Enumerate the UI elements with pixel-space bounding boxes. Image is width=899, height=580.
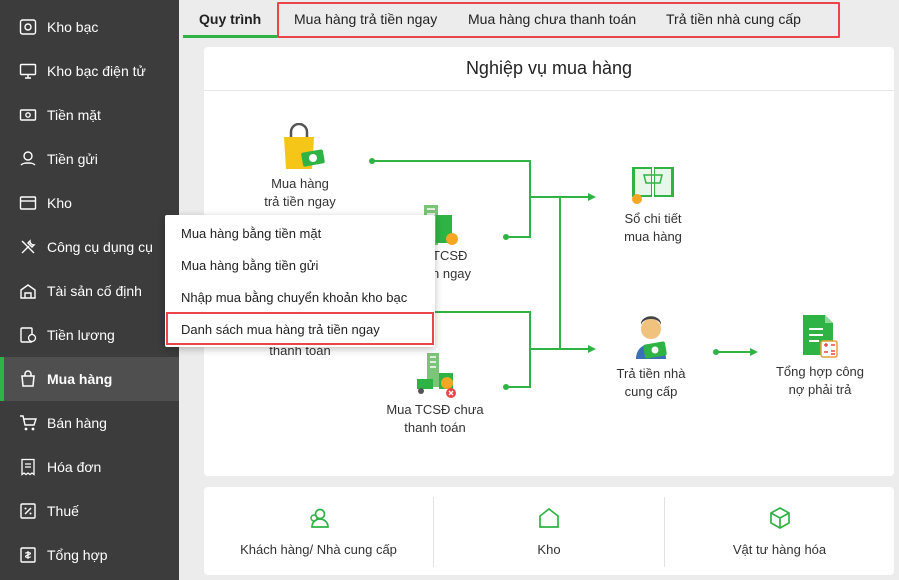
shortcut-label: Vật tư hàng hóa <box>732 541 827 557</box>
tabs-highlight-box <box>277 2 840 38</box>
node-label: Mua TCSĐ chưa <box>386 402 484 417</box>
sidebar-item-label: Kho bạc điện tử <box>47 63 146 79</box>
sidebar: Kho bạc Kho bạc điện tử Tiền mặt Tiền gử… <box>0 0 179 580</box>
sidebar-item-label: Tiền mặt <box>47 107 101 123</box>
node-label: thanh toán <box>404 420 466 435</box>
bank-icon <box>18 17 38 37</box>
sidebar-item-label: Tài sản cố định <box>47 283 142 299</box>
sidebar-item-tien-luong[interactable]: Tiền lương <box>0 313 179 357</box>
sidebar-item-cong-cu-dung-cu[interactable]: Công cụ dụng cụ <box>0 225 179 269</box>
box-icon <box>768 506 792 530</box>
supplier-payment-icon[interactable] <box>630 315 672 364</box>
shortcut-khach-hang-nha-cung-cap[interactable]: Khách hàng/ Nhà cung cấp <box>204 487 433 575</box>
calculator-document-icon[interactable] <box>801 313 841 364</box>
menu-item-label: Mua hàng bằng tiền gửi <box>181 257 319 273</box>
sidebar-item-label: Kho <box>47 195 72 211</box>
menu-item-mua-hang-bang-tien-gui[interactable]: Mua hàng bằng tiền gửi <box>165 249 435 281</box>
node-label: nợ phải trả <box>788 382 852 397</box>
tax-icon <box>18 501 38 521</box>
node-label: n ngay <box>432 266 472 281</box>
node-label: trả tiền ngay <box>264 194 336 209</box>
shortcut-label: Khách hàng/ Nhà cung cấp <box>240 541 397 557</box>
cash-icon <box>18 105 38 125</box>
sidebar-item-label: Mua hàng <box>47 371 113 387</box>
summary-icon <box>18 545 38 565</box>
shopping-bag-icon <box>18 369 38 389</box>
node-label: Mua hàng <box>271 176 329 191</box>
shortcut-label: Kho <box>537 541 561 557</box>
invoice-icon <box>18 457 38 477</box>
node-mua-hang-tra-tien-ngay[interactable]: Mua hàng trả tiền ngay <box>252 175 348 211</box>
menu-item-mua-hang-bang-tien-mat[interactable]: Mua hàng bằng tiền mặt <box>165 217 435 249</box>
node-tong-hop-cong-no-phai-tra[interactable]: Tổng hợp công nợ phải trả <box>770 363 870 399</box>
tools-icon <box>18 237 38 257</box>
sidebar-item-label: Công cụ dụng cụ <box>47 239 153 255</box>
node-mua-tcsd-tra-tien-ngay[interactable]: TCSĐ n ngay <box>432 247 482 283</box>
deposit-icon <box>18 149 38 169</box>
node-label: mua hàng <box>624 229 682 244</box>
sidebar-item-hoa-don[interactable]: Hóa đơn <box>0 445 179 489</box>
sidebar-item-kho[interactable]: Kho <box>0 181 179 225</box>
sidebar-item-label: Thuế <box>47 503 79 519</box>
node-label: Sổ chi tiết <box>624 211 682 226</box>
sidebar-item-tien-gui[interactable]: Tiền gửi <box>0 137 179 181</box>
sidebar-item-kho-bac-dien-tu[interactable]: Kho bạc điện tử <box>0 49 179 93</box>
node-label: Trả tiền nhà <box>616 366 686 381</box>
sidebar-item-label: Tiền lương <box>47 327 115 343</box>
sidebar-item-tien-mat[interactable]: Tiền mặt <box>0 93 179 137</box>
shortcut-vat-tu-hang-hoa[interactable]: Vật tư hàng hóa <box>665 487 894 575</box>
ledger-book-icon[interactable] <box>630 163 676 210</box>
shopping-bag-money-icon[interactable] <box>280 122 326 176</box>
node-label: TCSĐ <box>432 248 468 263</box>
salary-icon <box>18 325 38 345</box>
cart-icon <box>18 413 38 433</box>
menu-highlight-box <box>166 312 434 345</box>
fixed-asset-icon <box>18 281 38 301</box>
sidebar-item-mua-hang[interactable]: Mua hàng <box>0 357 179 401</box>
shortcut-kho[interactable]: Kho <box>434 487 664 575</box>
shortcut-panel: Khách hàng/ Nhà cung cấp Kho Vật tư hàng… <box>204 487 894 575</box>
tab-quy-trinh[interactable]: Quy trình <box>183 0 278 38</box>
sidebar-item-tai-san-co-dinh[interactable]: Tài sản cố định <box>0 269 179 313</box>
truck-building-icon[interactable] <box>417 353 461 404</box>
menu-item-label: Mua hàng bằng tiền mặt <box>181 225 322 241</box>
sidebar-item-tong-hop[interactable]: Tổng hợp <box>0 533 179 577</box>
tab-label: Quy trình <box>199 11 262 27</box>
node-mua-tcsd-chua-thanh-toan[interactable]: Mua TCSĐ chưa thanh toán <box>380 401 490 437</box>
sidebar-item-label: Bán hàng <box>47 415 107 431</box>
node-label: Tổng hợp công <box>775 364 865 379</box>
menu-item-label: Nhập mua bằng chuyển khoản kho bạc <box>181 289 408 305</box>
warehouse-outline-icon <box>537 506 561 530</box>
menu-item-nhap-mua-chuyen-khoan-kho-bac[interactable]: Nhập mua bằng chuyển khoản kho bạc <box>165 281 435 313</box>
node-label: cung cấp <box>624 384 678 399</box>
monitor-bank-icon <box>18 61 38 81</box>
sidebar-item-kho-bac[interactable]: Kho bạc <box>0 5 179 49</box>
sidebar-item-thue[interactable]: Thuế <box>0 489 179 533</box>
sidebar-item-ban-hang[interactable]: Bán hàng <box>0 401 179 445</box>
node-so-chi-tiet-mua-hang[interactable]: Sổ chi tiết mua hàng <box>608 210 698 246</box>
sidebar-item-label: Tổng hợp <box>47 547 108 563</box>
sidebar-item-label: Kho bạc <box>47 19 99 35</box>
warehouse-icon <box>18 193 38 213</box>
sidebar-item-label: Tiền gửi <box>47 151 98 167</box>
sidebar-item-label: Hóa đơn <box>47 459 102 475</box>
node-tra-tien-nha-cung-cap[interactable]: Trả tiền nhà cung cấp <box>606 365 696 401</box>
customers-icon <box>307 506 331 530</box>
